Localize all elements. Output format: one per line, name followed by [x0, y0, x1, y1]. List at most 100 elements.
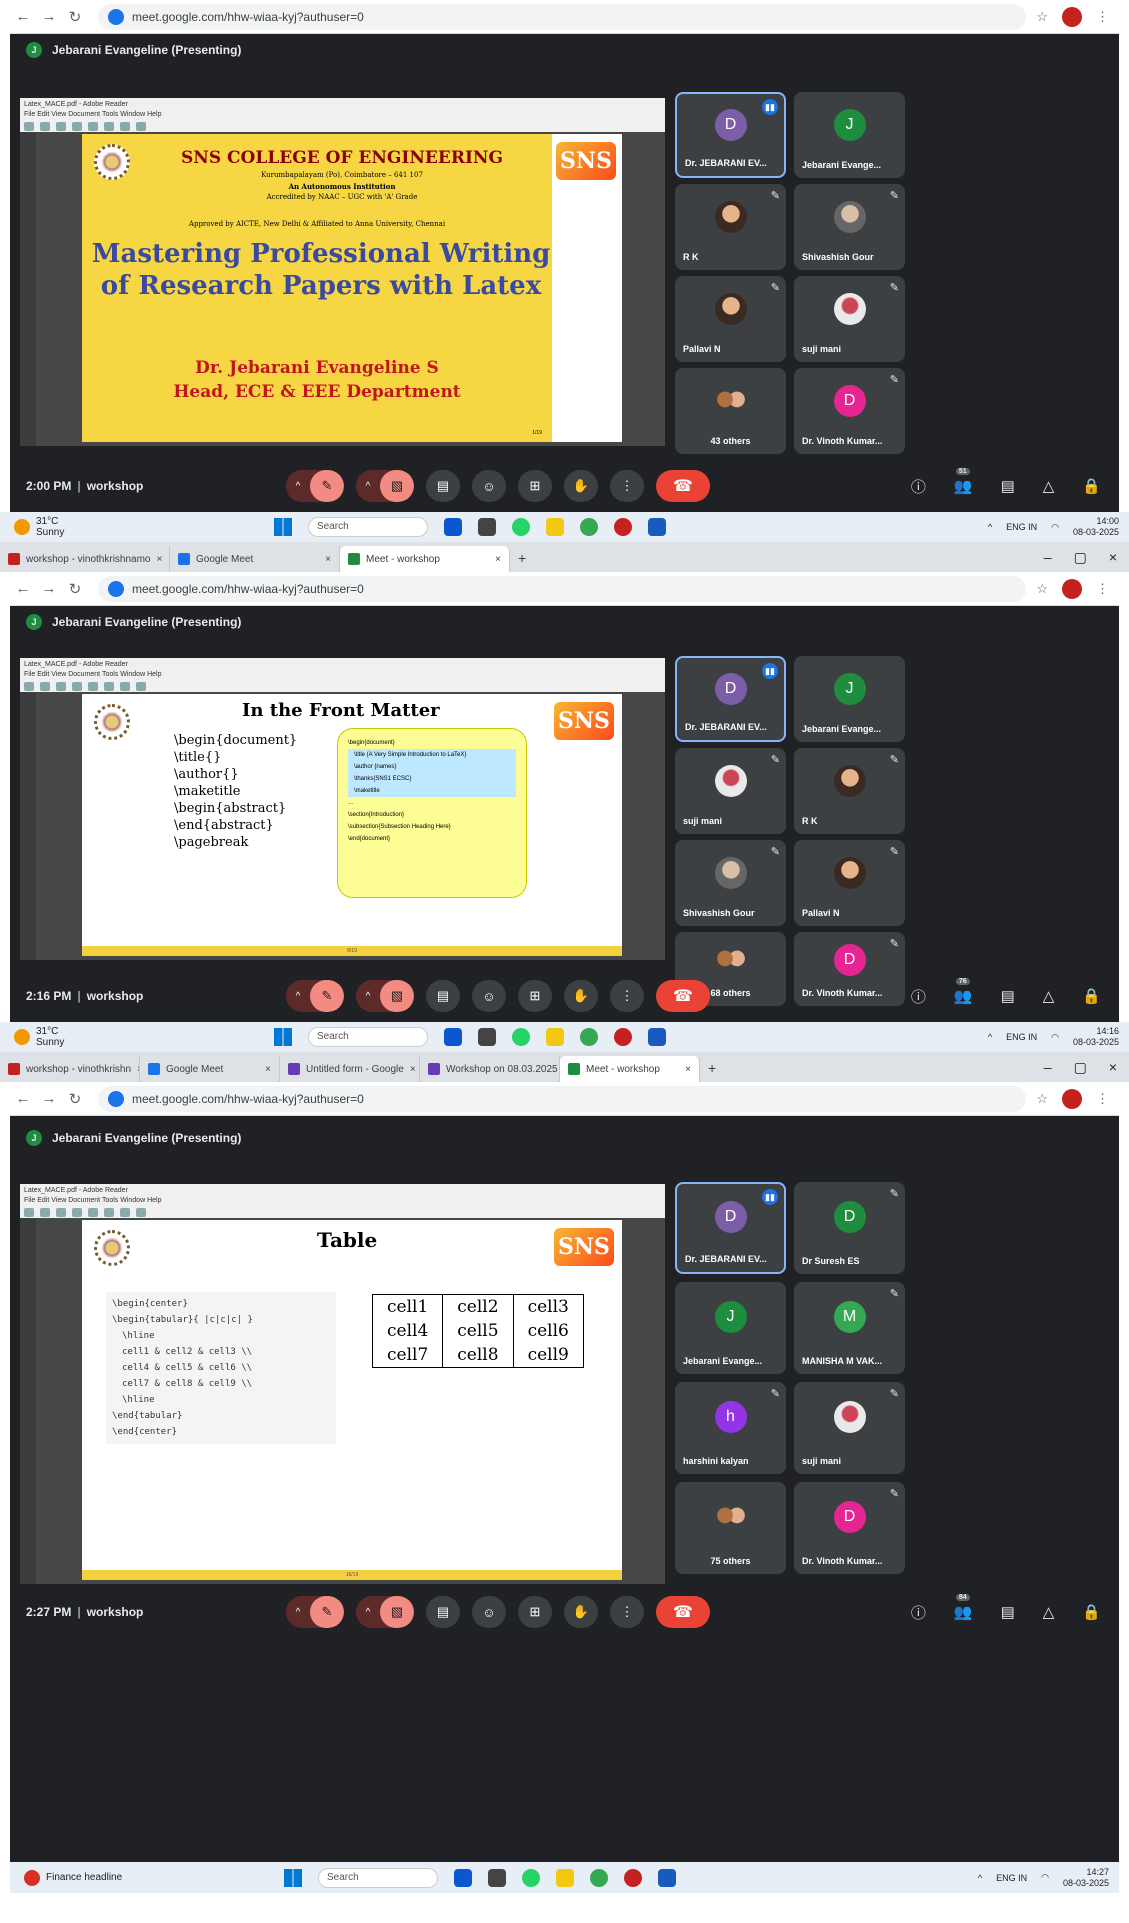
close-icon[interactable]: × — [410, 1064, 416, 1075]
back-icon[interactable]: ← — [10, 580, 36, 597]
app-icon[interactable] — [478, 1028, 496, 1046]
tab[interactable]: Google Meet × — [170, 546, 340, 572]
word-icon[interactable] — [648, 518, 666, 536]
chrome-icon[interactable] — [614, 1028, 632, 1046]
star-icon[interactable]: ☆ — [1036, 581, 1048, 597]
chevron-up-icon[interactable]: ^ — [988, 522, 992, 532]
host-controls-icon[interactable]: 🔒 — [1082, 477, 1101, 495]
captions-button[interactable]: ▤ — [426, 980, 460, 1012]
chat-icon[interactable]: ▤ — [1001, 477, 1015, 495]
minimize-icon[interactable]: – — [1044, 1059, 1052, 1076]
reload-icon[interactable]: ↻ — [62, 8, 88, 26]
windows-start-icon[interactable] — [274, 518, 292, 536]
chevron-up-icon[interactable]: ^ — [978, 1873, 982, 1883]
restore-icon[interactable]: ▢ — [1074, 549, 1087, 566]
camera-off-button[interactable]: ▧ — [380, 470, 414, 502]
chat-icon[interactable]: ▤ — [1001, 987, 1015, 1005]
leave-call-button[interactable]: ☎ — [656, 980, 710, 1012]
activities-icon[interactable]: △ — [1043, 987, 1055, 1005]
tab[interactable]: Workshop on 08.03.2025× — [420, 1056, 560, 1082]
star-icon[interactable]: ☆ — [1036, 9, 1048, 25]
wifi-icon[interactable]: ◠ — [1051, 1032, 1059, 1043]
camera-off-button[interactable]: ▧ — [380, 980, 414, 1012]
people-icon[interactable]: 👥 84 — [954, 1594, 973, 1621]
reload-icon[interactable]: ↻ — [62, 580, 88, 598]
folder-icon[interactable] — [546, 1028, 564, 1046]
host-controls-icon[interactable]: 🔒 — [1082, 1603, 1101, 1621]
close-icon[interactable]: × — [265, 1064, 271, 1075]
mic-off-button[interactable]: ✎ — [310, 1596, 344, 1628]
mic-off-button[interactable]: ✎ — [310, 980, 344, 1012]
emoji-button[interactable]: ☺ — [472, 470, 506, 502]
folder-icon[interactable] — [556, 1868, 574, 1887]
whatsapp-icon[interactable] — [512, 518, 530, 536]
more-options-button[interactable]: ⋮ — [610, 470, 644, 502]
taskbar-search[interactable]: Search — [308, 517, 428, 537]
tab[interactable]: Meet - workshop × — [340, 546, 510, 572]
menu-icon[interactable]: ⋮ — [1096, 1091, 1109, 1107]
close-icon[interactable]: × — [685, 1064, 691, 1075]
folder-icon[interactable] — [546, 518, 564, 536]
people-icon[interactable]: 👥 51 — [954, 468, 973, 495]
windows-start-icon[interactable] — [284, 1868, 302, 1887]
info-icon[interactable]: ⓘ — [911, 986, 926, 1007]
address-bar[interactable]: meet.google.com/hhw-wiaa-kyj?authuser=0 — [98, 1085, 1027, 1112]
more-options-button[interactable]: ⋮ — [610, 1596, 644, 1628]
chrome-icon[interactable] — [624, 1868, 642, 1887]
chrome-icon[interactable] — [614, 518, 632, 536]
host-controls-icon[interactable]: 🔒 — [1082, 987, 1101, 1005]
activities-icon[interactable]: △ — [1043, 1603, 1055, 1621]
reload-icon[interactable]: ↻ — [62, 1090, 88, 1108]
present-button[interactable]: ⊞ — [518, 470, 552, 502]
forward-icon[interactable]: → — [36, 8, 62, 25]
menu-icon[interactable]: ⋮ — [1096, 581, 1109, 597]
more-options-button[interactable]: ⋮ — [610, 980, 644, 1012]
restore-icon[interactable]: ▢ — [1074, 1059, 1087, 1076]
chevron-up-icon[interactable]: ^ — [286, 980, 310, 1012]
app-icon[interactable] — [444, 518, 462, 536]
captions-button[interactable]: ▤ — [426, 1596, 460, 1628]
tab[interactable]: workshop - vinothkrishn× — [0, 1056, 140, 1082]
close-icon[interactable]: × — [325, 554, 331, 565]
chrome-icon[interactable] — [590, 1868, 608, 1887]
back-icon[interactable]: ← — [10, 1090, 36, 1107]
star-icon[interactable]: ☆ — [1036, 1091, 1048, 1107]
activities-icon[interactable]: △ — [1043, 477, 1055, 495]
whatsapp-icon[interactable] — [512, 1028, 530, 1046]
chevron-up-icon[interactable]: ^ — [356, 470, 380, 502]
app-icon[interactable] — [444, 1028, 462, 1046]
language[interactable]: ENG IN — [1006, 522, 1037, 532]
language[interactable]: ENG IN — [996, 1873, 1027, 1883]
back-icon[interactable]: ← — [10, 8, 36, 25]
close-icon[interactable]: × — [157, 554, 163, 565]
raise-hand-button[interactable]: ✋ — [564, 470, 598, 502]
people-icon[interactable]: 👥 76 — [954, 978, 973, 1005]
new-tab-button[interactable]: + — [510, 550, 526, 572]
wifi-icon[interactable]: ◠ — [1041, 1872, 1049, 1883]
tab[interactable]: Meet - workshop × — [560, 1056, 700, 1082]
windows-start-icon[interactable] — [274, 1028, 292, 1046]
info-icon[interactable]: ⓘ — [911, 1602, 926, 1623]
chrome-icon[interactable] — [580, 518, 598, 536]
forward-icon[interactable]: → — [36, 580, 62, 597]
close-icon[interactable]: × — [495, 554, 501, 565]
avatar[interactable] — [1062, 1088, 1082, 1109]
word-icon[interactable] — [648, 1028, 666, 1046]
tab[interactable]: workshop - vinothkrishnamo × — [0, 546, 170, 572]
chevron-up-icon[interactable]: ^ — [356, 1596, 380, 1628]
wifi-icon[interactable]: ◠ — [1051, 522, 1059, 533]
chevron-up-icon[interactable]: ^ — [286, 470, 310, 502]
close-icon[interactable]: × — [1109, 549, 1117, 566]
emoji-button[interactable]: ☺ — [472, 980, 506, 1012]
chevron-up-icon[interactable]: ^ — [286, 1596, 310, 1628]
raise-hand-button[interactable]: ✋ — [564, 1596, 598, 1628]
new-tab-button[interactable]: + — [700, 1060, 716, 1082]
app-icon[interactable] — [478, 518, 496, 536]
app-icon[interactable] — [454, 1868, 472, 1887]
close-icon[interactable]: × — [1109, 1059, 1117, 1076]
chevron-up-icon[interactable]: ^ — [988, 1032, 992, 1042]
app-icon[interactable] — [488, 1868, 506, 1887]
chevron-up-icon[interactable]: ^ — [356, 980, 380, 1012]
minimize-icon[interactable]: – — [1044, 549, 1052, 566]
language[interactable]: ENG IN — [1006, 1032, 1037, 1042]
